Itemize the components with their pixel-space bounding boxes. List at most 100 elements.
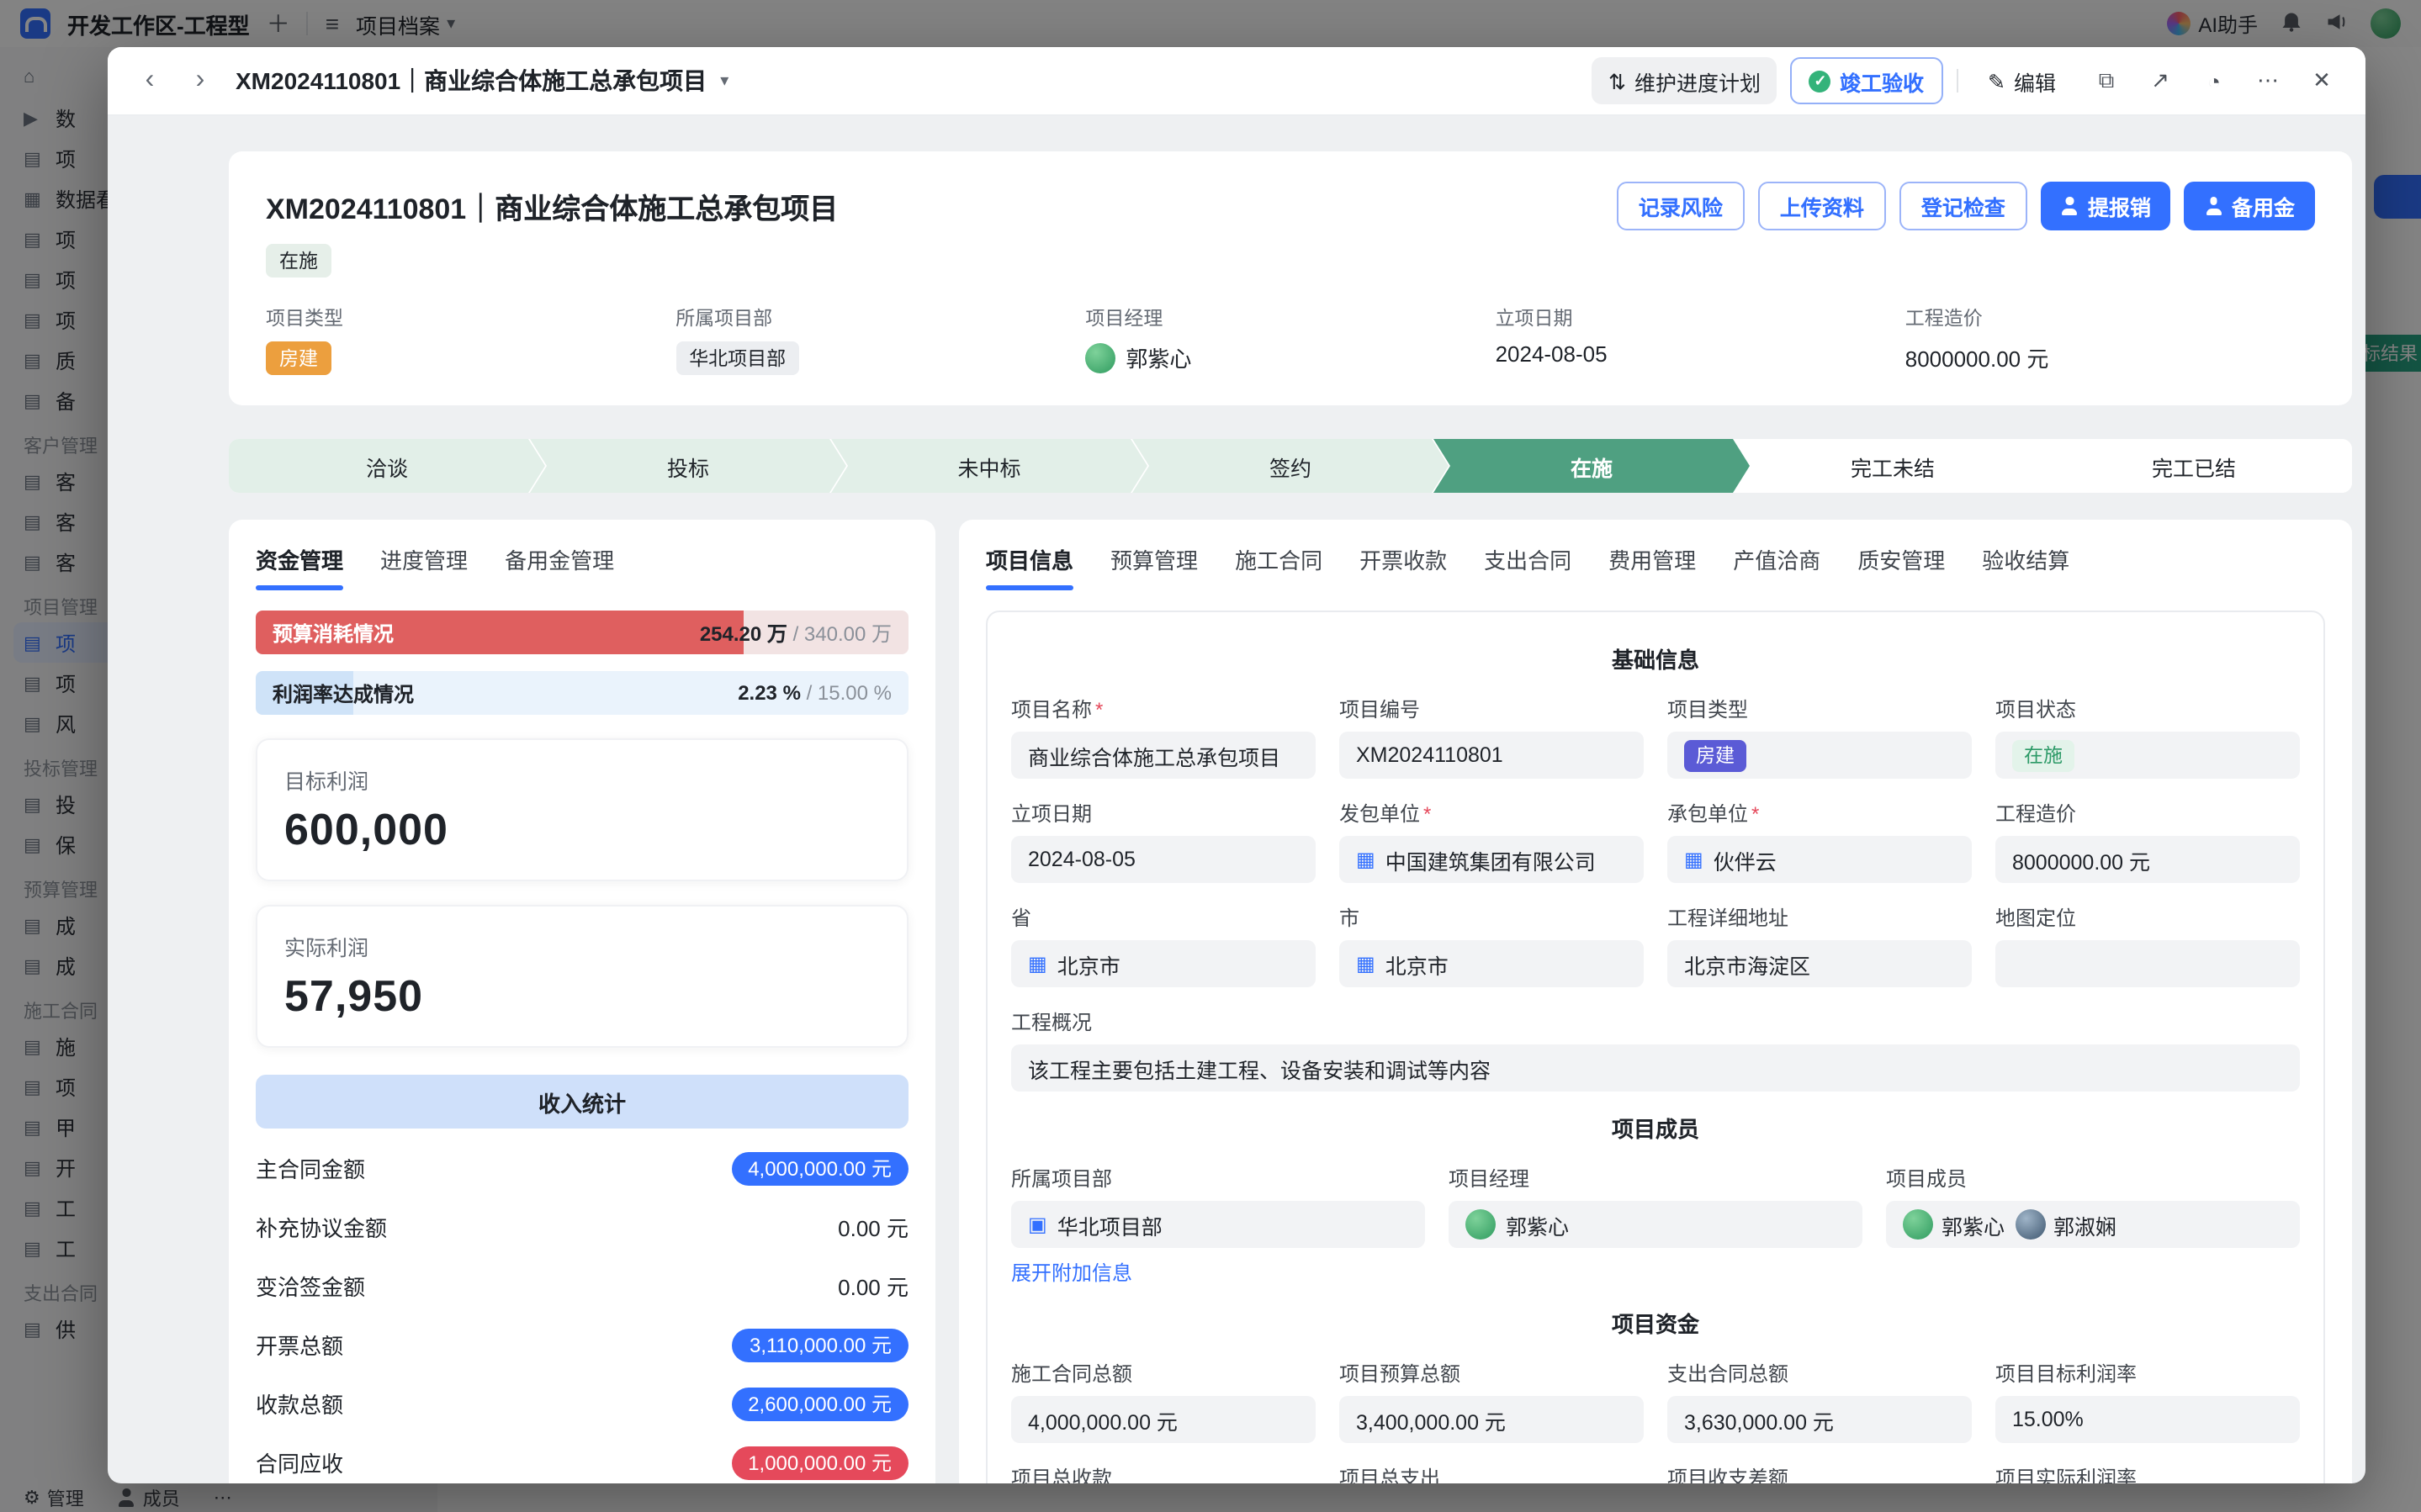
map-location-input[interactable] — [1995, 940, 2300, 987]
city-input[interactable]: ▦北京市 — [1339, 940, 1644, 987]
tab-petty-cash-management[interactable]: 备用金管理 — [505, 543, 614, 590]
step-negotiation[interactable]: 洽谈 — [229, 439, 545, 493]
field-budget-total: 项目预算总额 3,400,000.00 元 — [1339, 1359, 1644, 1443]
field-actual-profit-rate: 项目实际利润率 2.23% — [1995, 1463, 2300, 1483]
tab-expense-contract[interactable]: 支出合同 — [1484, 543, 1571, 590]
department-tag: 华北项目部 — [675, 341, 799, 375]
divider — [1956, 69, 1957, 93]
project-cost-input[interactable]: 8000000.00 元 — [1995, 836, 2300, 883]
step-signed[interactable]: 签约 — [1132, 439, 1449, 493]
status-badge: 在施 — [266, 244, 331, 278]
tab-construction-contract[interactable]: 施工合同 — [1235, 543, 1322, 590]
section-project-members: 项目成员 — [1011, 1112, 2300, 1144]
profit-rate-bar: 利润率达成情况 2.23 % / 15.00 % — [256, 671, 909, 715]
header-fields: 项目类型 房建 所属项目部 华北项目部 项目经理 郭紫心 立项日期 2024-0… — [266, 304, 2315, 375]
share-icon[interactable]: ↗ — [2140, 61, 2180, 101]
field-province: 省 ▦北京市 — [1011, 903, 1316, 987]
expand-extra-info-link[interactable]: 展开附加信息 — [1011, 1258, 1425, 1287]
amount-pill: 4,000,000.00 元 — [731, 1151, 909, 1185]
project-overview-input[interactable]: 该工程主要包括土建工程、设备安装和调试等内容 — [1011, 1044, 2300, 1092]
expense-contract-total-input[interactable]: 3,630,000.00 元 — [1667, 1396, 1972, 1443]
actual-profit-card: 实际利润 57,950 — [256, 905, 909, 1048]
department-input[interactable]: ▣华北项目部 — [1011, 1201, 1425, 1248]
start-date-input[interactable]: 2024-08-05 — [1011, 836, 1316, 883]
tab-budget[interactable]: 预算管理 — [1110, 543, 1198, 590]
address-input[interactable]: 北京市海淀区 — [1667, 940, 1972, 987]
step-done-settled[interactable]: 完工已结 — [2036, 439, 2352, 493]
tab-output-negotiation[interactable]: 产值洽商 — [1733, 543, 1820, 590]
project-members-input[interactable]: 郭紫心 郭淑娴 — [1886, 1201, 2300, 1248]
step-not-won[interactable]: 未中标 — [831, 439, 1147, 493]
field-start-date: 立项日期 2024-08-05 — [1496, 304, 1905, 375]
tab-acceptance-settlement[interactable]: 验收结算 — [1982, 543, 2069, 590]
budget-consumption-bar: 预算消耗情况 254.20 万 / 340.00 万 — [256, 611, 909, 654]
chevron-down-icon[interactable]: ▾ — [720, 71, 728, 90]
avatar — [1903, 1209, 1933, 1240]
field-address: 工程详细地址 北京市海淀区 — [1667, 903, 1972, 987]
owner-company-input[interactable]: ▦中国建筑集团有限公司 — [1339, 836, 1644, 883]
field-project-status: 项目状态 在施 — [1995, 695, 2300, 779]
region-grid-icon: ▦ — [1028, 952, 1047, 975]
project-title: XM2024110801｜商业综合体施工总承包项目 — [266, 185, 838, 227]
more-icon[interactable]: ⋯ — [2248, 61, 2288, 101]
tab-project-info[interactable]: 项目信息 — [986, 543, 1073, 590]
target-profit-value: 600,000 — [284, 804, 880, 856]
copy-icon[interactable]: ⧉ — [2086, 61, 2127, 101]
maintain-schedule-button[interactable]: ⇅维护进度计划 — [1592, 57, 1777, 104]
avatar — [1465, 1209, 1496, 1240]
avatar — [1085, 342, 1115, 373]
field-contract-total: 施工合同总额 4,000,000.00 元 — [1011, 1359, 1316, 1443]
finance-panel: 资金管理 进度管理 备用金管理 预算消耗情况 254.20 万 / 340.00… — [229, 520, 935, 1483]
header-actions: 记录风险 上传资料 登记检查 提报销 备用金 — [1617, 182, 2315, 230]
required-asterisk: * — [1423, 802, 1431, 826]
target-profit-rate-input[interactable]: 15.00% — [1995, 1396, 2300, 1443]
register-inspection-button[interactable]: 登记检查 — [1899, 182, 2027, 230]
field-expense-contract-total: 支出合同总额 3,630,000.00 元 — [1667, 1359, 1972, 1443]
amount-rows: 主合同金额4,000,000.00 元 补充协议金额0.00 元 变洽签金额0.… — [256, 1139, 909, 1483]
completion-acceptance-button[interactable]: ✓竣工验收 — [1791, 57, 1942, 104]
actual-profit-value: 57,950 — [284, 970, 880, 1023]
row-receivable: 合同应收1,000,000.00 元 — [256, 1433, 909, 1483]
step-done-unsettled[interactable]: 完工未结 — [1735, 439, 2051, 493]
close-icon[interactable]: ✕ — [2302, 61, 2342, 101]
amount-pill: 1,000,000.00 元 — [731, 1446, 909, 1479]
stage-stepper: 洽谈 投标 未中标 签约 在施 完工未结 完工已结 — [229, 439, 2352, 493]
province-input[interactable]: ▦北京市 — [1011, 940, 1316, 987]
income-stats-button[interactable]: 收入统计 — [256, 1075, 909, 1129]
modal-titlebar: ‹ › XM2024110801｜商业综合体施工总承包项目 ▾ ⇅维护进度计划 … — [108, 47, 2365, 116]
step-bidding[interactable]: 投标 — [530, 439, 846, 493]
budget-total-input[interactable]: 3,400,000.00 元 — [1339, 1396, 1644, 1443]
row-invoiced-total: 开票总额3,110,000.00 元 — [256, 1315, 909, 1374]
contract-total-input[interactable]: 4,000,000.00 元 — [1011, 1396, 1316, 1443]
edit-button[interactable]: ✎编辑 — [1971, 57, 2073, 104]
project-code-input[interactable]: XM2024110801 — [1339, 732, 1644, 779]
project-type-input[interactable]: 房建 — [1667, 732, 1972, 779]
tab-fund-management[interactable]: 资金管理 — [256, 543, 343, 590]
project-status-input[interactable]: 在施 — [1995, 732, 2300, 779]
step-in-construction[interactable]: 在施 — [1433, 439, 1750, 493]
check-circle-icon: ✓ — [1809, 70, 1831, 92]
project-manager-input[interactable]: 郭紫心 — [1449, 1201, 1862, 1248]
tab-progress-management[interactable]: 进度管理 — [380, 543, 468, 590]
tab-quality-safety[interactable]: 质安管理 — [1857, 543, 1945, 590]
record-title: XM2024110801｜商业综合体施工总承包项目 — [236, 64, 707, 98]
pencil-icon: ✎ — [1988, 68, 2005, 93]
contractor-company-input[interactable]: ▦伙伴云 — [1667, 836, 1972, 883]
tab-invoice-receipt[interactable]: 开票收款 — [1359, 543, 1447, 590]
modal-titlebar-actions: ⇅维护进度计划 ✓竣工验收 ✎编辑 ⧉ ↗ ◔ ⋯ ✕ — [1592, 57, 2342, 104]
project-header-card: XM2024110801｜商业综合体施工总承包项目 记录风险 上传资料 登记检查… — [229, 151, 2352, 405]
project-name-input[interactable]: 商业综合体施工总承包项目 — [1011, 732, 1316, 779]
upload-material-button[interactable]: 上传资料 — [1758, 182, 1886, 230]
field-project-overview: 工程概况 该工程主要包括土建工程、设备安装和调试等内容 — [1011, 1007, 2300, 1092]
history-icon[interactable]: ◔ — [2194, 61, 2234, 101]
submit-expense-button[interactable]: 提报销 — [2041, 182, 2171, 230]
tab-cost-management[interactable]: 费用管理 — [1608, 543, 1696, 590]
next-record-button[interactable]: › — [182, 62, 219, 99]
prev-record-button[interactable]: ‹ — [131, 62, 168, 99]
field-project-manager: 项目经理 郭紫心 — [1449, 1164, 1862, 1287]
field-project-type: 项目类型 房建 — [1667, 695, 1972, 779]
record-risk-button[interactable]: 记录风险 — [1617, 182, 1745, 230]
section-project-funds: 项目资金 — [1011, 1307, 2300, 1339]
building-icon: ▦ — [1684, 848, 1703, 871]
petty-cash-button[interactable]: 备用金 — [2185, 182, 2315, 230]
